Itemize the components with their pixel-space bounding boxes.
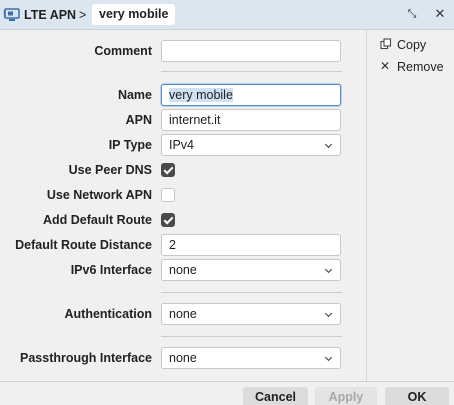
use-peer-dns-checkbox[interactable] — [161, 163, 175, 177]
name-field[interactable]: very mobile — [161, 84, 341, 106]
remove-label: Remove — [397, 60, 444, 74]
expand-icon[interactable]: ⤡ — [404, 6, 420, 22]
add-default-route-checkbox[interactable] — [161, 213, 175, 227]
side-actions: Copy ✕ Remove — [367, 30, 454, 381]
apn-form: Comment Name very mobile APN internet.it… — [0, 30, 367, 381]
apply-button[interactable]: Apply — [315, 387, 377, 405]
authentication-label: Authentication — [64, 307, 153, 321]
default-route-distance-field[interactable]: 2 — [161, 234, 341, 256]
ipv6-interface-label: IPv6 Interface — [70, 263, 152, 277]
authentication-select[interactable]: none — [161, 303, 341, 325]
breadcrumb-item-name: very mobile — [92, 4, 176, 25]
title-bar: LTE APN > very mobile ⤡ ✕ — [0, 0, 454, 30]
window-title: LTE APN — [24, 8, 77, 22]
divider — [161, 71, 342, 72]
ip-type-select[interactable]: IPv4 — [161, 134, 341, 156]
ipv6-interface-select[interactable]: none — [161, 259, 341, 281]
passthrough-interface-value: none — [169, 351, 197, 365]
add-default-route-label: Add Default Route — [42, 213, 152, 227]
remove-button[interactable]: ✕ Remove — [367, 57, 454, 77]
apn-label: APN — [125, 113, 152, 127]
default-route-distance-label: Default Route Distance — [15, 238, 152, 252]
cancel-button[interactable]: Cancel — [243, 387, 308, 405]
passthrough-interface-label: Passthrough Interface — [20, 351, 152, 365]
copy-label: Copy — [397, 38, 427, 52]
dialog-footer: Cancel Apply OK — [0, 381, 454, 405]
use-network-apn-label: Use Network APN — [46, 188, 152, 202]
use-network-apn-checkbox[interactable] — [161, 188, 175, 202]
ip-type-label: IP Type — [108, 138, 152, 152]
divider — [161, 336, 342, 337]
divider — [161, 292, 342, 293]
ipv6-interface-value: none — [169, 263, 197, 277]
copy-button[interactable]: Copy — [367, 35, 454, 55]
passthrough-interface-select[interactable]: none — [161, 347, 341, 369]
copy-icon — [380, 38, 392, 50]
name-value: very mobile — [169, 88, 233, 102]
name-label: Name — [117, 88, 152, 102]
comment-label: Comment — [94, 44, 152, 58]
apn-field[interactable]: internet.it — [161, 109, 341, 131]
use-peer-dns-label: Use Peer DNS — [68, 163, 152, 177]
close-window-icon[interactable]: ✕ — [432, 6, 448, 22]
comment-field[interactable] — [161, 40, 341, 62]
close-icon: ✕ — [380, 59, 391, 73]
breadcrumb-separator: > — [79, 8, 87, 22]
authentication-value: none — [169, 307, 197, 321]
ip-type-value: IPv4 — [169, 138, 195, 152]
ok-button[interactable]: OK — [385, 387, 449, 405]
lte-modem-icon — [3, 7, 21, 23]
